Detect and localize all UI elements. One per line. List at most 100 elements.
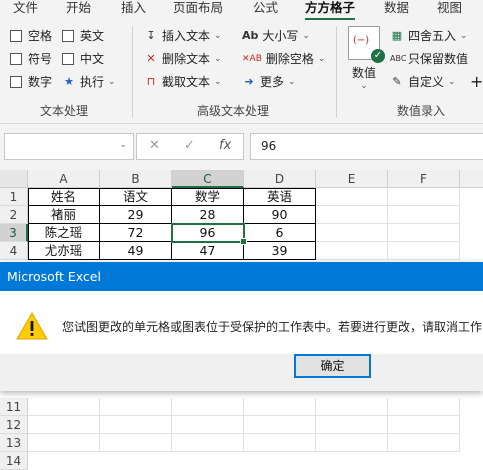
checkbox-chinese[interactable]: 中文: [62, 49, 104, 69]
column-header[interactable]: D: [244, 170, 316, 188]
table-cell[interactable]: [100, 434, 172, 452]
tab-insert[interactable]: 插入: [121, 0, 146, 18]
tab-data[interactable]: 数据: [384, 0, 409, 18]
ribbon-tabs: 文件 开始 插入 页面布局 公式 方方格子 数据 视图: [0, 0, 483, 21]
cell-A2[interactable]: 褚丽: [28, 206, 100, 224]
cell-A4[interactable]: 尤亦瑶: [28, 242, 100, 260]
formula-controls: ✕ ✓ fx: [136, 133, 244, 160]
table-cell[interactable]: [244, 434, 316, 452]
check-icon[interactable]: ✓: [184, 138, 195, 153]
cell-D2[interactable]: 90: [244, 206, 316, 224]
cell-F3[interactable]: [388, 224, 460, 242]
cancel-icon[interactable]: ✕: [149, 138, 160, 153]
table-cell[interactable]: [100, 416, 172, 434]
cell-C4[interactable]: 47: [172, 242, 244, 260]
cell-B4[interactable]: 49: [100, 242, 172, 260]
custom-button[interactable]: ✎ 自定义 ⌄: [390, 72, 455, 92]
more-button[interactable]: ➜ 更多 ⌄: [242, 72, 295, 92]
table-cell[interactable]: [172, 398, 244, 416]
formula-input[interactable]: 96: [250, 133, 483, 160]
tab-page-layout[interactable]: 页面布局: [173, 0, 223, 18]
row-header[interactable]: 12: [0, 416, 28, 434]
cell-C2[interactable]: 28: [172, 206, 244, 224]
checkbox-space[interactable]: 空格: [10, 26, 52, 46]
cell-C3[interactable]: 96: [172, 224, 244, 242]
cell-F4[interactable]: [388, 242, 460, 260]
delete-text-button[interactable]: ✕ 删除文本 ⌄: [144, 49, 221, 69]
row-header[interactable]: 3: [0, 224, 28, 242]
number-button[interactable]: (−) ✓ 数值 ⌄: [346, 26, 385, 104]
table-cell[interactable]: [388, 416, 460, 434]
extract-text-button[interactable]: ⊓ 截取文本 ⌄: [144, 72, 222, 92]
cell-E2[interactable]: [316, 206, 388, 224]
column-header[interactable]: A: [28, 170, 100, 188]
tab-formulas[interactable]: 公式: [253, 0, 278, 18]
table-cell[interactable]: [100, 398, 172, 416]
cell-A1[interactable]: 姓名: [28, 188, 100, 206]
table-cell[interactable]: [28, 434, 100, 452]
add-icon[interactable]: +: [470, 72, 483, 92]
table-cell[interactable]: [28, 398, 100, 416]
cell-C1[interactable]: 数学: [172, 188, 244, 206]
checkbox-symbol[interactable]: 符号: [10, 49, 52, 69]
tab-view[interactable]: 视图: [437, 0, 462, 18]
cell-E4[interactable]: [316, 242, 388, 260]
column-header[interactable]: E: [316, 170, 388, 188]
tab-file[interactable]: 文件: [13, 0, 38, 18]
row-header[interactable]: 4: [0, 242, 28, 260]
name-box[interactable]: ⌄: [4, 133, 134, 160]
column-header[interactable]: C: [172, 170, 244, 188]
round-button[interactable]: ▦ 四舍五入 ⌄: [390, 26, 468, 46]
ok-button[interactable]: 确定: [294, 354, 371, 378]
column-header[interactable]: B: [100, 170, 172, 188]
table-cell[interactable]: [172, 416, 244, 434]
cell-D3[interactable]: 6: [244, 224, 316, 242]
cell-B2[interactable]: 29: [100, 206, 172, 224]
button-label: 插入文本: [162, 29, 211, 43]
cell-B1[interactable]: 语文: [100, 188, 172, 206]
table-cell[interactable]: [316, 398, 388, 416]
table-cell[interactable]: [244, 398, 316, 416]
dialog-title-bar[interactable]: Microsoft Excel: [0, 263, 483, 291]
row-header[interactable]: 1: [0, 188, 28, 206]
star-icon: ★: [64, 75, 74, 88]
cell-E3[interactable]: [316, 224, 388, 242]
row-header[interactable]: 2: [0, 206, 28, 224]
row-header[interactable]: 11: [0, 398, 28, 416]
row-header[interactable]: 14: [0, 452, 28, 470]
group-separator: [336, 26, 337, 118]
tab-home[interactable]: 开始: [66, 0, 91, 18]
case-button[interactable]: Ab 大小写 ⌄: [242, 26, 310, 46]
column-header[interactable]: [460, 170, 483, 188]
insert-text-button[interactable]: ↧ 插入文本 ⌄: [144, 26, 221, 46]
table-cell[interactable]: [388, 398, 460, 416]
insert-function-icon[interactable]: fx: [219, 138, 231, 153]
checkbox-icon: [62, 30, 74, 42]
checkbox-number[interactable]: 数字: [10, 72, 52, 92]
column-header[interactable]: F: [388, 170, 460, 188]
delete-space-button[interactable]: ✕AB 删除空格 ⌄: [242, 49, 325, 69]
checkbox-english[interactable]: 英文: [62, 26, 104, 46]
execute-button[interactable]: ★ 执行 ⌄: [62, 72, 116, 92]
cell-E1[interactable]: [316, 188, 388, 206]
cell-D4[interactable]: 39: [244, 242, 316, 260]
cell-A3[interactable]: 陈之瑶: [28, 224, 100, 242]
table-cell[interactable]: [244, 416, 316, 434]
keep-value-button[interactable]: ABC 只保留数值: [390, 49, 468, 69]
tab-fangfang[interactable]: 方方格子: [305, 0, 356, 21]
number-button-label: 数值: [351, 66, 376, 80]
dialog-body: 您试图更改的单元格或图表位于受保护的工作表中。若要进行更改，请取消工作: [0, 291, 483, 354]
table-cell[interactable]: [388, 434, 460, 452]
cell-B3[interactable]: 72: [100, 224, 172, 242]
table-cell[interactable]: [172, 434, 244, 452]
cell-D1[interactable]: 英语: [244, 188, 316, 206]
cell-F1[interactable]: [388, 188, 460, 206]
checkbox-icon: [10, 30, 22, 42]
select-all-corner[interactable]: [0, 170, 28, 188]
checkbox-icon: [10, 53, 22, 65]
table-cell[interactable]: [28, 416, 100, 434]
table-cell[interactable]: [316, 416, 388, 434]
table-cell[interactable]: [316, 434, 388, 452]
row-header[interactable]: 13: [0, 434, 28, 452]
cell-F2[interactable]: [388, 206, 460, 224]
